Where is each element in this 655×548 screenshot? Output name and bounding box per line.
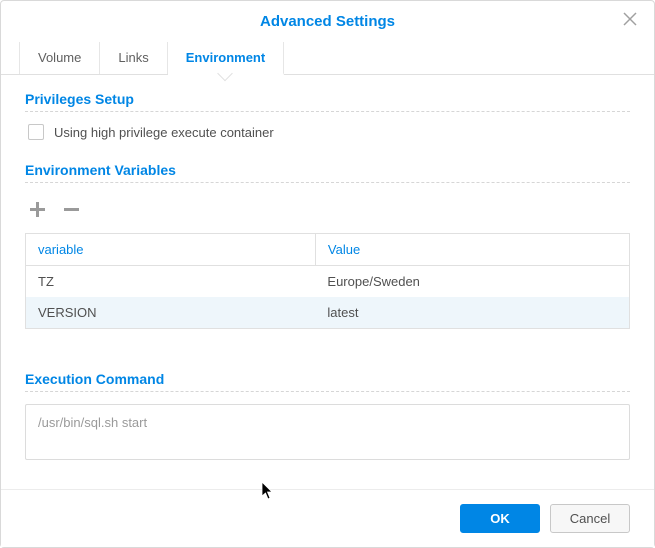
table-row[interactable]: TZ Europe/Sweden	[26, 266, 630, 298]
content-area: Privileges Setup Using high privilege ex…	[1, 75, 654, 476]
tab-environment[interactable]: Environment	[168, 42, 284, 75]
env-toolbar	[25, 195, 630, 223]
privilege-checkbox[interactable]	[28, 124, 44, 140]
env-section: Environment Variables variable Value TZ …	[25, 162, 630, 329]
plus-icon[interactable]	[27, 199, 47, 219]
tab-volume[interactable]: Volume	[19, 42, 100, 74]
dialog-header: Advanced Settings	[1, 1, 654, 38]
table-row[interactable]: VERSION latest	[26, 297, 630, 329]
env-var-cell: TZ	[26, 266, 316, 298]
close-icon[interactable]	[620, 11, 640, 31]
env-col-variable[interactable]: variable	[26, 234, 316, 266]
dialog-title: Advanced Settings	[17, 13, 638, 30]
exec-section: Execution Command /usr/bin/sql.sh start	[25, 371, 630, 460]
env-table: variable Value TZ Europe/Sweden VERSION …	[25, 233, 630, 329]
env-var-cell: VERSION	[26, 297, 316, 329]
tab-links[interactable]: Links	[100, 42, 167, 74]
env-val-cell: latest	[315, 297, 629, 329]
ok-button[interactable]: OK	[460, 504, 540, 533]
cancel-button[interactable]: Cancel	[550, 504, 630, 533]
dialog-footer: OK Cancel	[1, 489, 654, 547]
minus-icon[interactable]	[61, 199, 81, 219]
privilege-checkbox-row: Using high privilege execute container	[25, 124, 630, 140]
exec-title: Execution Command	[25, 371, 630, 392]
exec-command-input[interactable]: /usr/bin/sql.sh start	[25, 404, 630, 460]
env-title: Environment Variables	[25, 162, 630, 183]
privilege-checkbox-label: Using high privilege execute container	[54, 125, 274, 140]
privileges-title: Privileges Setup	[25, 91, 630, 112]
tabs-bar: Volume Links Environment	[1, 42, 654, 75]
env-val-cell: Europe/Sweden	[315, 266, 629, 298]
env-col-value[interactable]: Value	[315, 234, 629, 266]
